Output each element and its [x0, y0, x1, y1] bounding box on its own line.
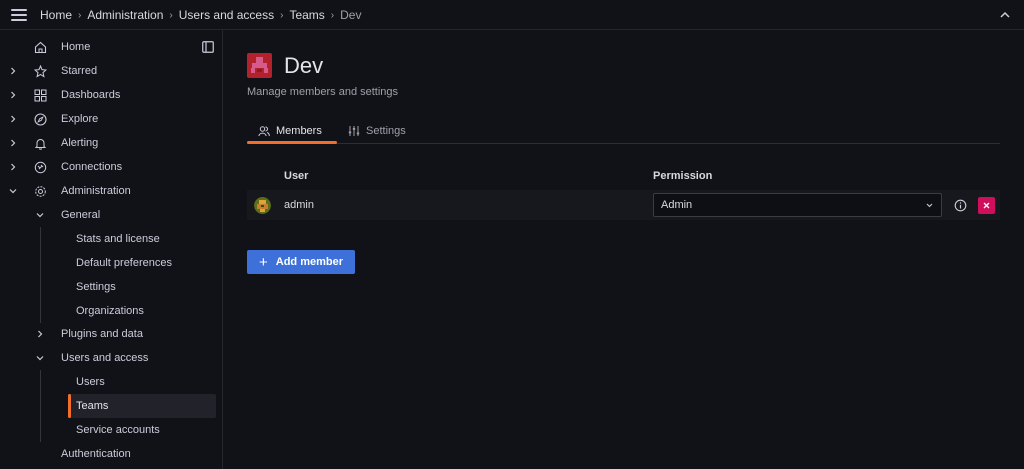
sidebar-item-users-and-access[interactable]: Users and access	[0, 346, 223, 370]
sidebar-item-label: Service accounts	[76, 424, 160, 436]
sidebar-item-alerting[interactable]: Alerting	[0, 131, 223, 155]
breadcrumb-teams[interactable]: Teams	[289, 8, 324, 22]
sidebar-item-administration[interactable]: Administration	[0, 179, 223, 203]
top-bar: Home › Administration › Users and access…	[0, 0, 1024, 30]
compass-icon	[34, 112, 47, 126]
team-avatar	[247, 53, 272, 78]
tab-settings[interactable]: Settings	[348, 118, 406, 144]
permission-value: Admin	[661, 199, 693, 211]
breadcrumb: Home › Administration › Users and access…	[40, 8, 361, 22]
sidebar-item-settings[interactable]: Settings	[0, 275, 223, 299]
member-username: admin	[284, 199, 314, 211]
star-icon	[34, 64, 47, 78]
sidebar-item-label: Teams	[76, 400, 109, 412]
chevron-right-icon[interactable]	[8, 162, 18, 172]
sidebar-item-connections[interactable]: Connections	[0, 155, 223, 179]
avatar	[254, 197, 271, 214]
chevron-right-icon[interactable]	[8, 114, 18, 124]
tab-active-indicator	[247, 141, 337, 144]
sidebar-item-label: Settings	[76, 281, 116, 293]
home-icon	[34, 41, 47, 53]
sidebar-item-label: Alerting	[61, 137, 99, 149]
sidebar-item-service-accounts[interactable]: Service accounts	[0, 418, 223, 442]
sidebar-item-label: Home	[61, 41, 91, 53]
sidebar-item-explore[interactable]: Explore	[0, 107, 223, 131]
sidebar-item-teams[interactable]: Teams	[0, 394, 223, 418]
sidebar-item-home[interactable]: Home	[0, 35, 223, 59]
chevron-down-icon[interactable]	[35, 210, 45, 220]
permission-select[interactable]: Admin	[653, 193, 942, 217]
sidebar-item-organizations[interactable]: Organizations	[0, 299, 223, 323]
menu-icon[interactable]	[11, 9, 27, 21]
sidebar: Home Starred Dashboards Explore Alerting…	[0, 30, 223, 469]
chevron-down-icon[interactable]	[35, 353, 45, 363]
tab-bar: Members Settings	[247, 118, 1000, 144]
tab-label: Members	[276, 125, 322, 137]
sidebar-item-dashboards[interactable]: Dashboards	[0, 83, 223, 107]
sidebar-item-label: Administration	[61, 185, 131, 197]
breadcrumb-current: Dev	[340, 8, 362, 22]
column-header-permission: Permission	[653, 170, 713, 182]
add-member-label: Add member	[275, 256, 344, 268]
chevron-right-icon: ›	[169, 9, 173, 21]
chevron-right-icon[interactable]	[8, 66, 18, 76]
page-title: Dev	[284, 53, 324, 78]
sidebar-item-label: Explore	[61, 113, 99, 125]
sidebar-item-stats-and-license[interactable]: Stats and license	[0, 227, 223, 251]
users-icon	[258, 126, 270, 137]
info-icon[interactable]	[954, 199, 967, 212]
chevron-down-icon	[926, 203, 933, 208]
sidebar-item-label: Connections	[61, 161, 123, 173]
main-content: Dev Manage members and settings Members …	[224, 30, 1024, 469]
bell-icon	[34, 138, 47, 150]
chevron-right-icon: ›	[280, 9, 284, 21]
sliders-icon	[348, 126, 360, 136]
remove-member-button[interactable]	[978, 197, 995, 214]
breadcrumb-users-and-access[interactable]: Users and access	[179, 8, 274, 22]
sidebar-item-default-preferences[interactable]: Default preferences	[0, 251, 223, 275]
sidebar-item-label: Default preferences	[76, 257, 172, 269]
breadcrumb-administration[interactable]: Administration	[87, 8, 163, 22]
sidebar-item-label: Authentication	[61, 448, 131, 460]
sidebar-item-users[interactable]: Users	[0, 370, 223, 394]
chevron-down-icon[interactable]	[8, 186, 18, 196]
sidebar-item-plugins-and-data[interactable]: Plugins and data	[0, 322, 223, 346]
column-header-user: User	[284, 170, 309, 182]
gear-icon	[35, 185, 46, 197]
add-member-button[interactable]: + Add member	[247, 250, 355, 274]
chevron-up-icon[interactable]	[998, 8, 1012, 22]
tab-label: Settings	[366, 125, 406, 137]
plus-icon: +	[259, 253, 268, 271]
chevron-right-icon[interactable]	[35, 329, 45, 339]
dashboards-icon	[34, 89, 47, 101]
page-subtitle: Manage members and settings	[247, 86, 399, 98]
chevron-right-icon[interactable]	[8, 138, 18, 148]
sidebar-item-general[interactable]: General	[0, 203, 223, 227]
table-row: admin Admin	[247, 190, 1000, 220]
breadcrumb-home[interactable]: Home	[40, 8, 72, 22]
sidebar-item-label: Stats and license	[76, 233, 160, 245]
sidebar-item-label: Users	[76, 376, 105, 388]
sidebar-item-label: Plugins and data	[61, 328, 143, 340]
connections-icon	[34, 161, 47, 173]
sidebar-item-authentication[interactable]: Authentication	[0, 442, 223, 466]
chevron-right-icon[interactable]	[8, 90, 18, 100]
chevron-right-icon: ›	[330, 9, 335, 21]
sidebar-item-label: General	[61, 209, 101, 221]
close-icon	[983, 202, 990, 209]
chevron-right-icon: ›	[78, 9, 82, 21]
sidebar-item-label: Users and access	[61, 352, 149, 364]
sidebar-item-label: Dashboards	[61, 89, 121, 101]
sidebar-item-starred[interactable]: Starred	[0, 59, 223, 83]
sidebar-item-label: Starred	[61, 65, 98, 77]
sidebar-item-label: Organizations	[76, 305, 144, 317]
